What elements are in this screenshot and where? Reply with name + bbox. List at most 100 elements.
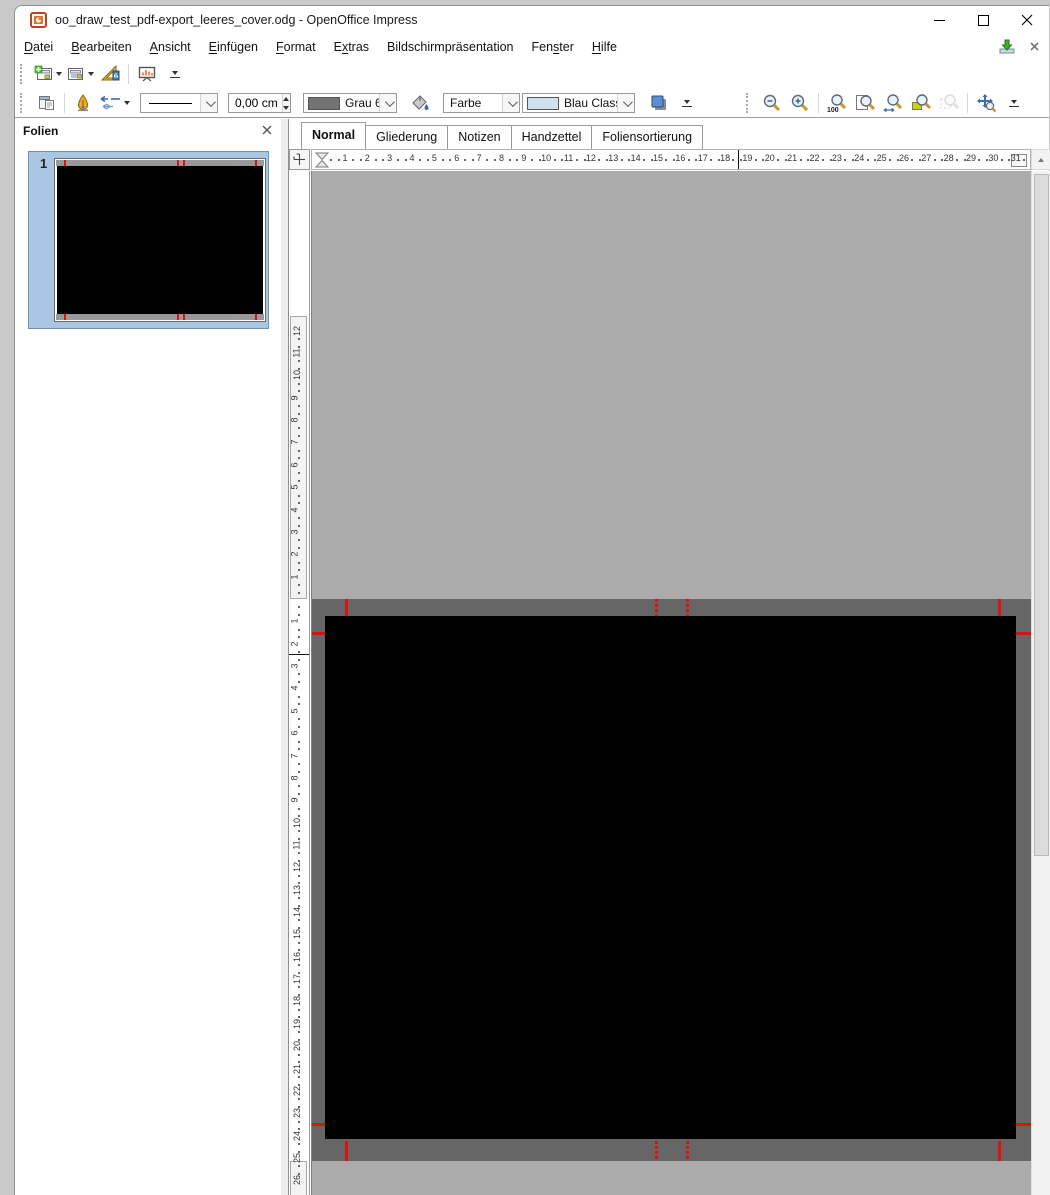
- menu-ansicht[interactable]: Ansicht: [141, 36, 200, 58]
- ruler-tick: [298, 659, 300, 661]
- v-ruler-number: 5: [290, 708, 300, 713]
- ruler-tick: [889, 159, 891, 161]
- tab-normal[interactable]: Normal: [301, 122, 366, 150]
- overflow-underline: [170, 77, 180, 78]
- menu-einfgen[interactable]: Einfügen: [200, 36, 267, 58]
- slide-thumbnail-selected[interactable]: 1: [28, 151, 269, 329]
- new-slide-button[interactable]: [32, 62, 64, 86]
- crop-mark: [686, 1141, 689, 1161]
- tab-notizen[interactable]: Notizen: [447, 125, 511, 150]
- ruler-tick: [298, 457, 300, 459]
- black-rectangle-shape[interactable]: [325, 616, 1016, 1139]
- zoom-optimal-button[interactable]: [907, 91, 935, 115]
- slide-design-button[interactable]: [96, 62, 124, 86]
- ruler-tick: [419, 159, 421, 161]
- menu-datei[interactable]: Datei: [15, 36, 62, 58]
- area-style-select[interactable]: Farbe: [443, 93, 520, 113]
- ruler-tick: [531, 159, 533, 161]
- ruler-tick: [298, 1039, 300, 1041]
- line-dialog-button[interactable]: [69, 91, 97, 115]
- ruler-tick: [298, 882, 300, 884]
- zoom-page-width-button[interactable]: [879, 91, 907, 115]
- fill-color-select[interactable]: Blau Classi: [522, 93, 635, 113]
- line-filling-overflow-button[interactable]: [673, 91, 701, 115]
- ruler-tick: [298, 1098, 300, 1100]
- drawing-canvas[interactable]: [311, 171, 1031, 1195]
- line-color-dropdown-button[interactable]: [379, 94, 396, 112]
- v-ruler-number: 10: [292, 370, 302, 380]
- h-ruler-number: 4: [410, 153, 415, 163]
- toolbar-grip[interactable]: [20, 64, 27, 84]
- ruler-tick: [298, 785, 300, 787]
- ruler-origin-button[interactable]: [289, 149, 310, 170]
- zoom-toolbar-overflow-button[interactable]: [1000, 91, 1028, 115]
- area-dialog-button[interactable]: [406, 91, 434, 115]
- v-ruler-number: 22: [292, 1086, 302, 1096]
- menu-hilfe[interactable]: Hilfe: [583, 36, 626, 58]
- panel-splitter[interactable]: [281, 119, 289, 1195]
- ruler-tick: [298, 480, 300, 482]
- area-style-dropdown-button[interactable]: [502, 94, 519, 112]
- minimize-button[interactable]: [917, 6, 961, 34]
- h-ruler-number: 8: [499, 153, 504, 163]
- line-color-select[interactable]: Grau 6: [303, 93, 397, 113]
- h-ruler-number: 5: [432, 153, 437, 163]
- close-button[interactable]: [1005, 6, 1049, 34]
- ruler-tick: [298, 1165, 300, 1167]
- v-ruler-number: 7: [290, 753, 300, 758]
- vertical-ruler: 1211109876543211234567891011121314151617…: [289, 171, 310, 1195]
- line-width-decrease-button[interactable]: [283, 103, 290, 112]
- zoom-in-button[interactable]: [786, 91, 814, 115]
- impress-window: oo_draw_test_pdf-export_leeres_cover.odg…: [14, 5, 1049, 1195]
- ruler-tick: [298, 1016, 300, 1018]
- v-ruler-number: 13: [292, 885, 302, 895]
- shadow-button[interactable]: [645, 91, 673, 115]
- scroll-up-button[interactable]: [1031, 149, 1050, 170]
- ruler-tick: [298, 815, 300, 817]
- h-ruler-number: 3: [387, 153, 392, 163]
- menu-extras[interactable]: Extras: [325, 36, 378, 58]
- line-width-increase-button[interactable]: [283, 94, 290, 103]
- line-width-value[interactable]: 0,00 cm: [229, 94, 282, 112]
- toolbar-grip[interactable]: [746, 93, 753, 113]
- menu-format[interactable]: Format: [267, 36, 325, 58]
- menu-fenster[interactable]: Fenster: [523, 36, 583, 58]
- pan-button[interactable]: [972, 91, 1000, 115]
- ruler-indent-marker[interactable]: [315, 152, 329, 168]
- ruler-tick: [382, 159, 384, 161]
- ruler-tick: [298, 673, 300, 675]
- line-style-select[interactable]: [140, 93, 218, 113]
- line-width-spinner[interactable]: 0,00 cm: [228, 93, 291, 113]
- v-ruler-number: 11: [292, 348, 302, 357]
- fill-color-dropdown-button[interactable]: [617, 94, 634, 112]
- standard-toolbar-overflow-button[interactable]: [161, 62, 189, 86]
- presentation-button[interactable]: [133, 62, 161, 86]
- zoom-out-button[interactable]: [758, 91, 786, 115]
- menu-bearbeiten[interactable]: Bearbeiten: [62, 36, 140, 58]
- ruler-tick: [1001, 159, 1003, 161]
- crop-mark: [686, 599, 689, 616]
- tab-foliensortierung[interactable]: Foliensortierung: [591, 125, 703, 150]
- arrow-style-button[interactable]: [97, 91, 132, 115]
- update-available-icon[interactable]: [998, 39, 1016, 55]
- ruler-tick: [643, 159, 645, 161]
- vertical-scrollbar[interactable]: [1031, 171, 1050, 1195]
- styles-button[interactable]: [32, 91, 60, 115]
- ruler-tick: [941, 159, 943, 161]
- tab-handzettel[interactable]: Handzettel: [511, 125, 593, 150]
- close-document-icon[interactable]: [1030, 42, 1039, 51]
- panel-close-icon[interactable]: [262, 125, 272, 135]
- toolbar-grip[interactable]: [20, 93, 27, 113]
- ruler-tick: [606, 159, 608, 161]
- ruler-tick: [298, 741, 300, 743]
- line-style-dropdown-button[interactable]: [200, 94, 217, 112]
- slide-layout-button[interactable]: [64, 62, 96, 86]
- scrollbar-thumb[interactable]: [1034, 174, 1049, 856]
- zoom-100-button[interactable]: 100: [823, 91, 851, 115]
- v-ruler-number: 5: [290, 485, 300, 490]
- view-tabs: NormalGliederungNotizenHandzettelFoliens…: [289, 119, 1049, 149]
- menu-bildschirmprsentation[interactable]: Bildschirmpräsentation: [378, 36, 522, 58]
- zoom-page-button[interactable]: [851, 91, 879, 115]
- tab-gliederung[interactable]: Gliederung: [365, 125, 448, 150]
- maximize-button[interactable]: [961, 6, 1005, 34]
